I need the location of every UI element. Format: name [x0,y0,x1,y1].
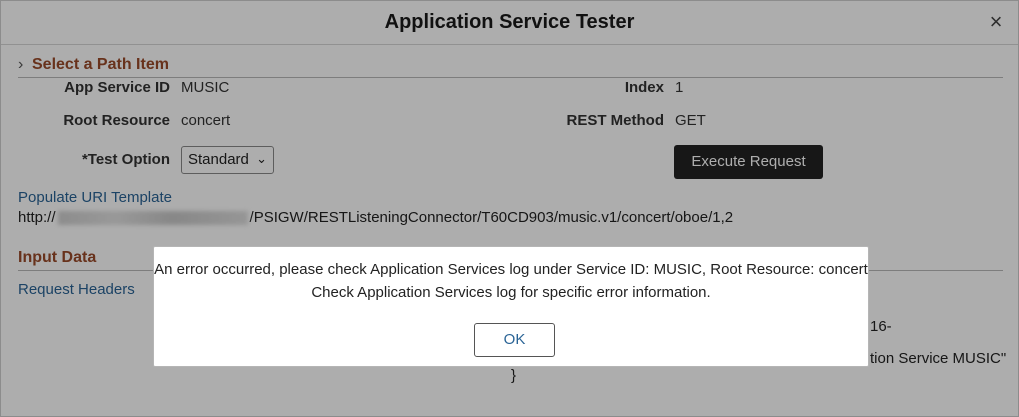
error-message-modal: An error occurred, please check Applicat… [153,246,869,367]
error-message-line2: Check Application Services log for speci… [311,284,711,301]
error-message-line1: An error occurred, please check Applicat… [154,261,868,278]
ok-button[interactable]: OK [474,323,555,357]
